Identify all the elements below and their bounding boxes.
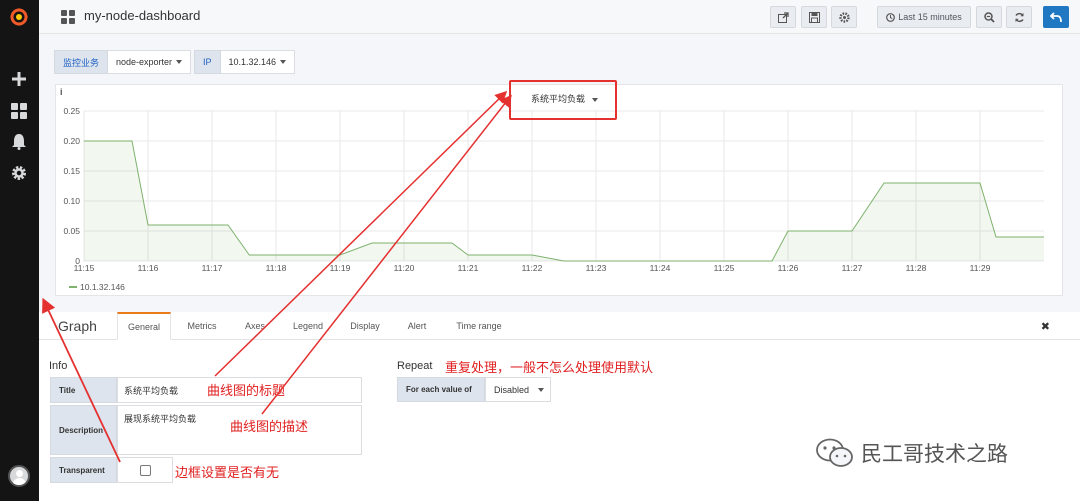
transparent-checkbox[interactable]: [140, 465, 151, 476]
tab-legend[interactable]: Legend: [285, 312, 331, 340]
legend-swatch: [69, 286, 77, 288]
repeat-section-heading: Repeat: [397, 360, 433, 372]
transparent-label: Transparent: [50, 457, 117, 483]
tab-axes[interactable]: Axes: [237, 312, 273, 340]
tab-display[interactable]: Display: [343, 312, 387, 340]
variable-ip-select[interactable]: 10.1.32.146: [220, 50, 296, 74]
refresh-button[interactable]: [1006, 6, 1032, 28]
x-tick-label: 11:25: [714, 263, 735, 273]
watermark: 民工哥技术之路: [815, 437, 1008, 469]
caret-down-icon: [280, 60, 287, 64]
tab-alert[interactable]: Alert: [401, 312, 433, 340]
y-tick-label: 0.05: [63, 226, 80, 236]
legend-item[interactable]: 10.1.32.146: [69, 282, 125, 292]
y-tick-label: 0.20: [63, 136, 80, 146]
y-tick-label: 0.15: [63, 166, 80, 176]
x-tick-label: 11:15: [74, 263, 95, 273]
legend-label: 10.1.32.146: [80, 282, 125, 292]
y-tick-label: 0.25: [63, 106, 80, 116]
gear-icon[interactable]: [9, 163, 29, 183]
watermark-text: 民工哥技术之路: [861, 443, 1008, 466]
editor-tabs: Graph General Metrics Axes Legend Displa…: [39, 312, 1080, 340]
x-tick-label: 11:18: [266, 263, 287, 273]
title-label: Title: [50, 377, 117, 403]
cog-icon: [838, 11, 850, 23]
user-avatar[interactable]: [8, 465, 30, 487]
wechat-icon: [816, 438, 853, 467]
back-arrow-icon: [1050, 11, 1062, 22]
bell-icon[interactable]: [9, 132, 29, 152]
x-tick-label: 11:27: [842, 263, 863, 273]
info-section-heading: Info: [49, 360, 68, 372]
time-range-label: Last 15 minutes: [898, 12, 962, 22]
dashboard-grid-icon[interactable]: [61, 10, 75, 24]
x-tick-label: 11:28: [906, 263, 927, 273]
close-icon[interactable]: ✖: [1041, 320, 1050, 333]
share-icon: [777, 11, 789, 23]
plus-icon[interactable]: [9, 69, 29, 89]
annotation-transparent: 边框设置是否有无: [175, 465, 280, 480]
save-button[interactable]: [801, 6, 827, 28]
repeat-select[interactable]: Disabled: [485, 377, 551, 402]
variable-business: 监控业务 node-exporter: [54, 50, 192, 74]
x-tick-label: 11:20: [394, 263, 415, 273]
clock-icon: [886, 12, 896, 22]
repeat-value: Disabled: [494, 384, 530, 395]
x-tick-label: 11:22: [522, 263, 543, 273]
description-label: Description: [50, 405, 117, 455]
variable-business-select[interactable]: node-exporter: [108, 50, 192, 74]
x-tick-label: 11:16: [138, 263, 159, 273]
annotation-repeat: 重复处理，一般不怎么处理使用默认: [445, 360, 654, 375]
variable-value: node-exporter: [116, 57, 173, 67]
time-picker-button[interactable]: Last 15 minutes: [877, 6, 971, 28]
back-to-dashboard-button[interactable]: [1043, 6, 1069, 28]
share-button[interactable]: [770, 6, 796, 28]
caret-down-icon: [176, 60, 183, 64]
annotation-description: 曲线图的描述: [230, 419, 309, 434]
x-tick-label: 11:17: [202, 263, 223, 273]
editor-title: Graph: [58, 318, 97, 334]
refresh-icon: [1014, 12, 1024, 22]
variable-value: 10.1.32.146: [228, 57, 277, 67]
x-tick-label: 11:19: [330, 263, 351, 273]
top-navbar: my-node-dashboard Last 15 minutes: [39, 0, 1080, 34]
tab-time-range[interactable]: Time range: [449, 312, 509, 340]
x-tick-label: 11:21: [458, 263, 479, 273]
repeat-label: For each value of: [397, 377, 485, 402]
x-tick-label: 11:29: [970, 263, 991, 273]
variable-label: 监控业务: [54, 50, 109, 74]
x-tick-label: 11:24: [650, 263, 671, 273]
transparent-field: [117, 457, 173, 483]
dashboard-title[interactable]: my-node-dashboard: [84, 8, 200, 23]
save-icon: [808, 11, 820, 23]
variable-ip: IP 10.1.32.146: [194, 50, 296, 74]
annotation-title: 曲线图的标题: [207, 383, 286, 398]
y-tick-label: 0.10: [63, 196, 80, 206]
settings-button[interactable]: [831, 6, 857, 28]
variable-label: IP: [194, 50, 221, 74]
sidebar: [0, 0, 39, 501]
annotation-box: [509, 80, 617, 120]
tab-general[interactable]: General: [117, 312, 171, 340]
grafana-logo-icon[interactable]: [9, 7, 29, 27]
caret-down-icon: [538, 387, 545, 392]
tab-metrics[interactable]: Metrics: [179, 312, 225, 340]
dashboards-icon[interactable]: [9, 101, 29, 121]
x-tick-label: 11:23: [586, 263, 607, 273]
zoom-out-button[interactable]: [976, 6, 1002, 28]
zoom-out-icon: [983, 11, 995, 23]
x-tick-label: 11:26: [778, 263, 799, 273]
